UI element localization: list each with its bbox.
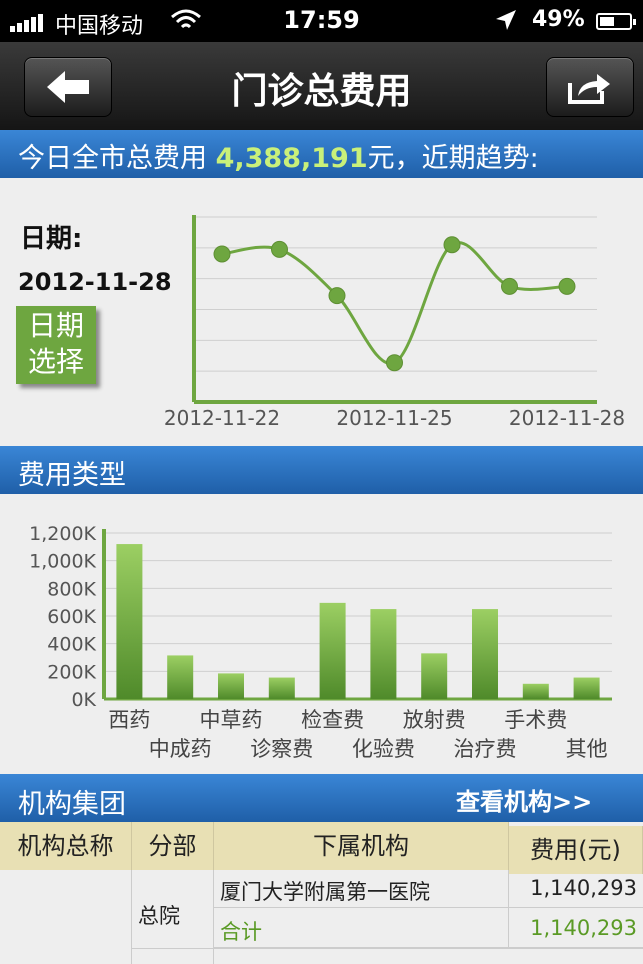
x-category-label: 化验费 bbox=[352, 737, 415, 761]
y-tick-label: 0K bbox=[71, 689, 96, 711]
y-tick-label: 800K bbox=[47, 578, 96, 600]
date-label: 日期: bbox=[20, 224, 83, 254]
bar-中草药[interactable] bbox=[218, 673, 244, 699]
nav-bar: 门诊总费用 bbox=[0, 42, 643, 131]
x-category-label: 中成药 bbox=[149, 737, 212, 761]
col-header-branch: 分部 bbox=[132, 822, 214, 870]
x-category-label: 检查费 bbox=[301, 708, 364, 732]
date-value: 2012-11-28 bbox=[18, 268, 172, 296]
summary-bar: 今日全市总费用 4,388,191元，近期趋势: bbox=[0, 130, 643, 178]
trend-line-chart: 2012-11-22 2012-11-25 2012-11-28 bbox=[164, 215, 625, 430]
share-icon bbox=[568, 74, 610, 104]
x-tick-label: 2012-11-28 bbox=[509, 406, 625, 430]
org-group-bar: 机构集团 查看机构>> bbox=[0, 774, 643, 822]
table-cell-total-label: 合计 bbox=[214, 908, 509, 948]
date-button-line2: 选择 bbox=[27, 345, 84, 378]
y-tick-label: 1,200K bbox=[29, 523, 96, 545]
col-header-name: 机构总称 bbox=[0, 822, 132, 870]
x-category-label: 西药 bbox=[108, 708, 150, 732]
cost-type-title: 费用类型 bbox=[18, 460, 126, 491]
status-bar: 中国移动 17:59 49% bbox=[0, 0, 643, 42]
x-category-label: 治疗费 bbox=[454, 737, 517, 761]
view-orgs-link[interactable]: 查看机构>> bbox=[456, 782, 592, 817]
x-category-label: 中草药 bbox=[200, 708, 263, 732]
trend-line bbox=[221, 241, 568, 365]
bar-中成药[interactable] bbox=[167, 655, 194, 699]
bar-手术费[interactable] bbox=[522, 683, 549, 699]
trend-point-2012-11-27[interactable] bbox=[501, 277, 518, 295]
y-tick-label: 600K bbox=[47, 606, 96, 628]
summary-amount: 4,388,191 bbox=[215, 143, 368, 174]
location-icon bbox=[494, 8, 518, 36]
x-category-label: 其他 bbox=[566, 737, 608, 761]
battery-percent: 49% bbox=[532, 7, 585, 32]
x-category-label: 手术费 bbox=[504, 708, 567, 732]
table-cell-name bbox=[0, 870, 132, 964]
bar-检查费[interactable] bbox=[319, 602, 346, 699]
col-header-fee: 费用(元) bbox=[509, 826, 643, 874]
bar-诊察费[interactable] bbox=[268, 677, 295, 699]
y-tick-label: 200K bbox=[47, 661, 96, 683]
bar-治疗费[interactable] bbox=[472, 609, 498, 699]
table-next-row bbox=[132, 948, 643, 964]
share-button[interactable] bbox=[546, 57, 634, 117]
trend-point-2012-11-22[interactable] bbox=[213, 245, 231, 263]
trend-point-2012-11-26[interactable] bbox=[443, 236, 461, 254]
trend-point-2012-11-28[interactable] bbox=[558, 277, 576, 295]
cost-type-bar-chart: 0K 200K 400K 600K 800K 1,000K 1,200K 西药中成药 中草药诊察… bbox=[29, 523, 612, 761]
y-tick-label: 400K bbox=[47, 634, 96, 656]
x-category-label: 诊察费 bbox=[250, 737, 313, 761]
x-tick-label: 2012-11-22 bbox=[164, 406, 280, 430]
cost-type-bar: 费用类型 bbox=[0, 446, 643, 494]
bar-化验费[interactable] bbox=[370, 609, 397, 699]
bar-西药[interactable] bbox=[116, 544, 143, 699]
table-cell-fee: 1,140,293 bbox=[509, 870, 643, 908]
trend-point-2012-11-24[interactable] bbox=[328, 287, 346, 305]
y-tick-label: 1,000K bbox=[29, 551, 96, 573]
bar-放射费[interactable] bbox=[421, 653, 448, 699]
org-group-title: 机构集团 bbox=[18, 789, 126, 820]
table-cell-org[interactable]: 厦门大学附属第一医院 bbox=[214, 870, 509, 908]
trend-point-2012-11-23[interactable] bbox=[271, 240, 288, 258]
table-cell-total-fee: 1,140,293 bbox=[509, 908, 643, 948]
date-select-button[interactable]: 日期 选择 bbox=[16, 306, 96, 384]
trend-point-2012-11-25[interactable] bbox=[386, 354, 403, 372]
col-header-org: 下属机构 bbox=[214, 822, 509, 870]
summary-prefix: 今日全市总费用 bbox=[18, 143, 207, 174]
x-tick-label: 2012-11-25 bbox=[336, 406, 452, 430]
x-category-label: 放射费 bbox=[403, 708, 466, 732]
summary-suffix: 元，近期趋势: bbox=[367, 143, 539, 174]
battery-icon bbox=[596, 13, 636, 30]
bar-其他[interactable] bbox=[573, 677, 600, 699]
date-button-line1: 日期 bbox=[27, 309, 84, 342]
